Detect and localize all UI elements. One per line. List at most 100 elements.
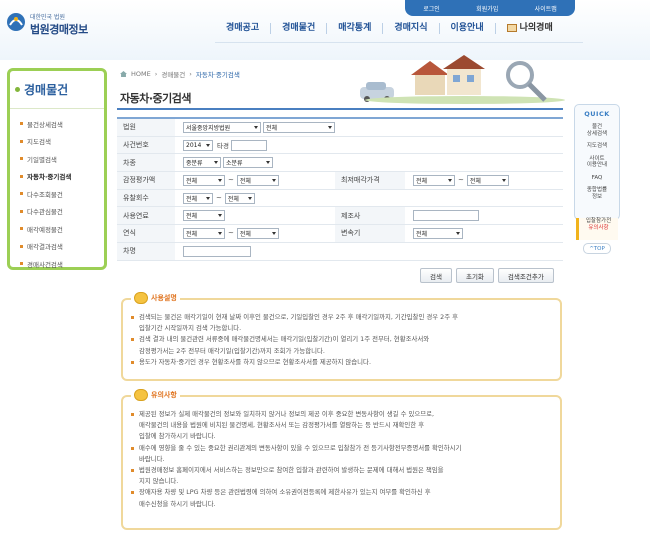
appraisal-to-select[interactable]: 전체 — [236, 174, 279, 186]
quick-item-faq[interactable]: FAQ — [575, 175, 619, 182]
bullet-icon — [15, 87, 20, 92]
form-row-appraisal: 감정평가액 전체 ~ 전체 최저매각가격 전체 ~ 전체 — [117, 172, 563, 190]
add-condition-button[interactable]: 검색조건추가 — [497, 268, 554, 283]
caution_box-line: 장애자용 차량 및 LPG 차량 등은 관련법령에 의하여 소유권이전등록에 제… — [131, 487, 556, 498]
reset-button[interactable]: 초기화 — [455, 268, 494, 283]
usage_box-line: 검색되는 물건은 매각기일이 현재 날짜 이후인 물건으로, 기일입찰인 경우 … — [131, 312, 556, 323]
side-item-detail-search[interactable]: 물건상세검색 — [10, 115, 104, 133]
fail-to-select[interactable]: 전체 — [224, 192, 255, 204]
nav-auction-knowledge[interactable]: 경매지식 — [382, 22, 438, 34]
side-item-most-viewed[interactable]: 다수조회물건 — [10, 185, 104, 203]
header-illustration — [360, 55, 565, 104]
maker-input[interactable] — [413, 210, 479, 222]
nav-auction-notice[interactable]: 경매공고 — [215, 23, 270, 34]
bullet-icon — [20, 174, 23, 178]
quick-item-law[interactable]: 종합법률 정보 — [575, 187, 619, 200]
usage-title: 사용설명 — [151, 294, 177, 302]
quick-item-detail[interactable]: 물건 상세검색 — [575, 124, 619, 137]
bullet-icon — [131, 469, 134, 473]
book-icon — [506, 24, 517, 32]
bullet-icon — [20, 262, 23, 266]
global-nav: 경매공고 경매물건 매각통계 경매지식 이용안내 나의경매 — [215, 14, 564, 42]
nav-auction-items[interactable]: 경매물건 — [270, 22, 326, 34]
login-link[interactable]: 로그인 — [423, 4, 440, 13]
court-logo-icon — [7, 13, 25, 31]
sitemap-link[interactable]: 사이트맵 — [535, 4, 557, 13]
side-item-most-interest[interactable]: 다수관심물건 — [10, 203, 104, 221]
form-buttons: 검색 초기화 검색조건추가 — [420, 268, 554, 283]
bullet-icon — [20, 122, 23, 126]
quick-title: QUICK — [584, 110, 610, 118]
year-to-select[interactable]: 전체 — [236, 227, 279, 239]
year-from-select[interactable]: 전체 — [183, 227, 225, 239]
nav-guide[interactable]: 이용안내 — [438, 22, 495, 34]
side-item-map-search[interactable]: 지도검색 — [10, 133, 104, 151]
fail-from-select[interactable]: 전체 — [183, 192, 213, 204]
court-select[interactable]: 서울중앙지방법원 — [183, 121, 261, 133]
breadcrumb-section[interactable]: 경매물건 — [161, 69, 185, 79]
bullet-icon — [20, 244, 23, 248]
bullet-icon — [131, 338, 134, 342]
form-row-fail-count: 유찰회수 전체 ~ 전체 — [117, 189, 563, 208]
header: 대한민국 법원 법원경매정보 로그인 회원가입 사이트맵 경매공고 경매물건 매… — [0, 0, 650, 60]
side-item-results[interactable]: 매각결과검색 — [10, 238, 104, 256]
case-label: 사건번호 — [117, 136, 175, 154]
caution_box-line: 법원경매정보 홈페이지에서 서비스하는 정보만으로 참여한 입찰과 관련하여 발… — [131, 465, 556, 476]
case-number-input[interactable] — [230, 139, 267, 151]
bullet-icon — [20, 157, 23, 161]
nav-my-auction-label: 나의경매 — [519, 22, 553, 33]
vehicle-label: 차종 — [117, 154, 175, 172]
model-year-label: 연식 — [117, 225, 175, 242]
vehicle-major-select[interactable]: 중분류 — [183, 157, 221, 169]
caution-box: 유의사항 제공된 정보가 실제 매각물건의 정보와 일치하지 않거나 정보의 제… — [121, 389, 562, 530]
appraisal-from-select[interactable]: 전체 — [183, 174, 225, 186]
transmission-select[interactable]: 전체 — [413, 227, 463, 239]
side-item-vehicle-search[interactable]: 자동차·중기검색 — [10, 168, 104, 186]
usage_box-line: 입찰기간 시작일까지 검색 가능합니다. — [139, 324, 242, 333]
bullet-icon — [20, 227, 23, 231]
nav-my-auction[interactable]: 나의경매 — [494, 22, 564, 34]
site-logo[interactable]: 대한민국 법원 법원경매정보 — [6, 8, 116, 38]
form-row-fuel: 사용연료 전체 제조사 — [117, 207, 563, 226]
side-item-date-search[interactable]: 기일별검색 — [10, 150, 104, 168]
warning-bubble-icon — [134, 389, 148, 401]
quick-menu: QUICK 물건 상세검색 지도검색 사이트 이용안내 FAQ 종합법률 정보 — [574, 104, 620, 220]
caution_box-line: 제공된 정보가 실제 매각물건의 정보와 일치하지 않거나 정보의 제공 이후 … — [131, 409, 556, 420]
side-item-scheduled[interactable]: 매각예정물건 — [10, 220, 104, 238]
caution_box-line: 매각물건의 내용을 법원에 비치된 물건명세, 현황조사서 또는 감정평가서를 … — [139, 421, 425, 430]
min-price-to-select[interactable]: 전체 — [466, 174, 509, 186]
model-input[interactable] — [183, 245, 251, 257]
min-price-from-select[interactable]: 전체 — [413, 174, 455, 186]
search-button[interactable]: 검색 — [420, 268, 452, 283]
signup-link[interactable]: 회원가입 — [476, 4, 498, 13]
fuel-select[interactable]: 전체 — [183, 210, 225, 222]
case-type-text: 타경 — [217, 142, 229, 151]
vehicle-minor-select[interactable]: 소분류 — [223, 157, 273, 169]
top-button[interactable]: ^ TOP — [583, 243, 611, 254]
usage_box-line: 용도가 자동차·중기인 경우 현황조사를 하지 않으므로 현황조사서를 제공하지… — [131, 357, 556, 368]
form-row-court: 법원 서울중앙지방법원 전체 — [117, 119, 563, 137]
side-nav-title: 경매물건 — [10, 71, 104, 109]
breadcrumb: HOME › 경매물건 › 자동차·중기검색 — [120, 69, 240, 79]
form-row-case: 사건번호 2014 타경 — [117, 136, 563, 155]
breadcrumb-home[interactable]: HOME — [131, 70, 151, 78]
bid-notice-link[interactable]: 입찰참가전 유의사항 — [576, 218, 618, 240]
maker-label: 제조사 — [335, 207, 405, 225]
caution_box-line: 바랍니다. — [139, 454, 165, 463]
caution_box-line: 지지 않습니다. — [139, 477, 179, 486]
fail-count-label: 유찰회수 — [117, 189, 175, 207]
nav-sale-stats[interactable]: 매각통계 — [326, 22, 382, 34]
bullet-icon — [20, 192, 23, 196]
bullet-icon — [131, 446, 134, 450]
case-year-select[interactable]: 2014 — [183, 139, 213, 151]
side-item-case-search[interactable]: 경매사건검색 — [10, 255, 104, 273]
form-row-vehicle: 차종 중분류 소분류 — [117, 154, 563, 173]
court-label: 법원 — [117, 119, 175, 136]
quick-item-map[interactable]: 지도검색 — [575, 143, 619, 150]
bullet-icon — [131, 316, 134, 319]
court-branch-select[interactable]: 전체 — [263, 121, 335, 133]
fuel-label: 사용연료 — [117, 207, 175, 225]
quick-item-guide[interactable]: 사이트 이용안내 — [575, 156, 619, 169]
side-nav: 경매물건 물건상세검색 지도검색 기일별검색 자동차·중기검색 다수조회물건 다… — [7, 68, 107, 270]
title-underline — [117, 108, 563, 110]
